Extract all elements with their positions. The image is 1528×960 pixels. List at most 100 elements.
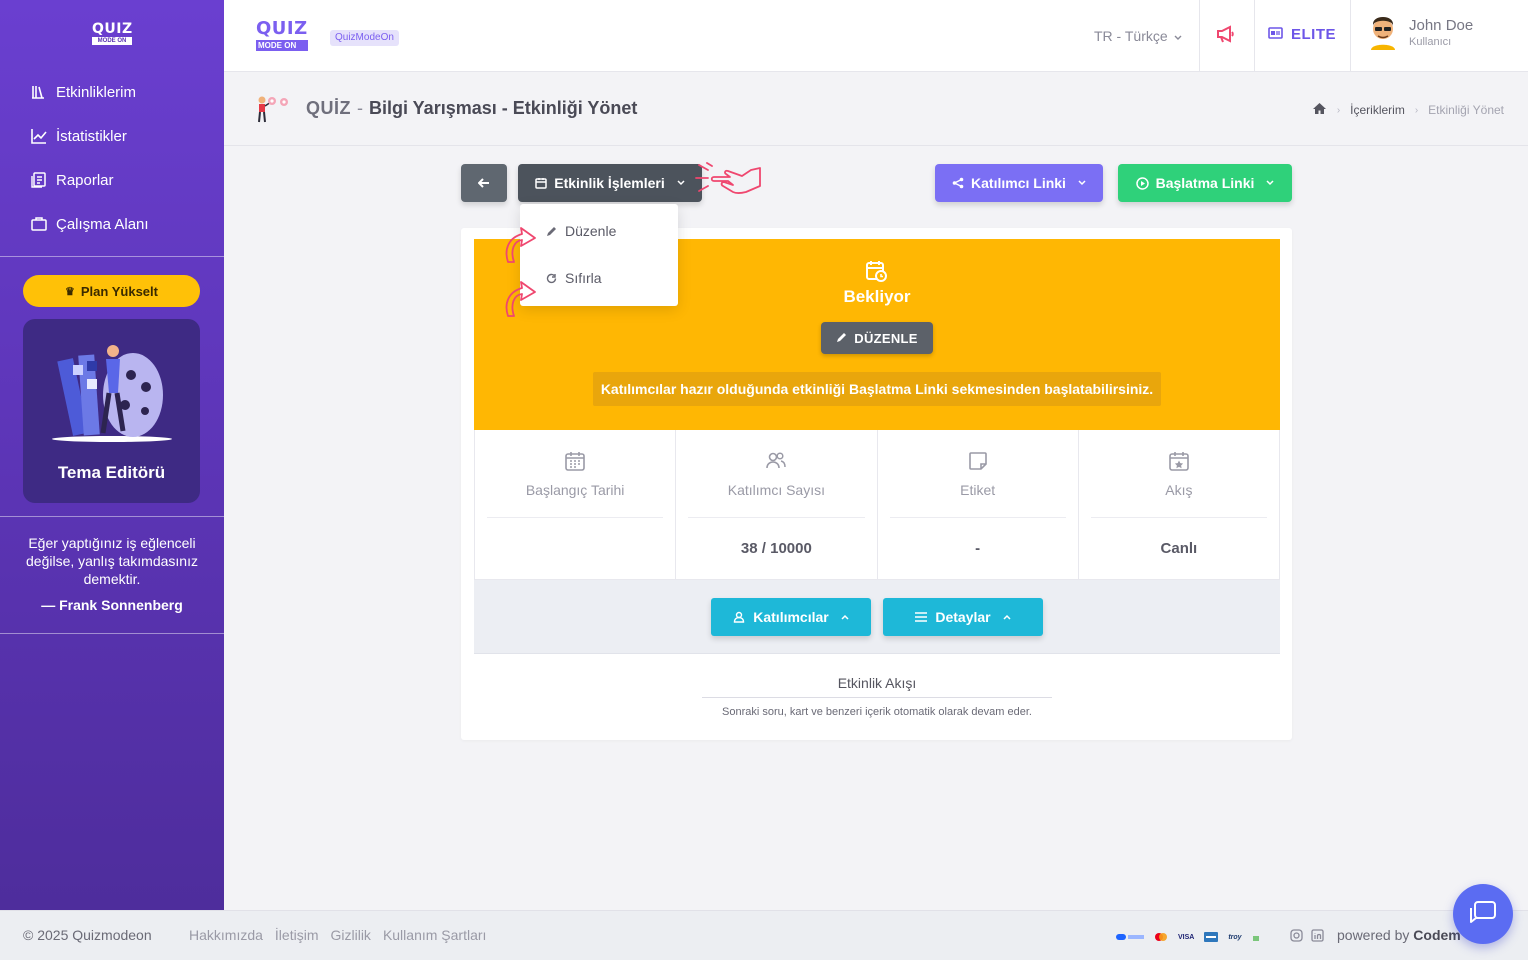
sidebar-divider: [0, 516, 224, 517]
instagram-icon[interactable]: [1290, 929, 1303, 947]
menu-lines-icon: [915, 612, 928, 622]
breadcrumb-item[interactable]: İçeriklerim: [1350, 103, 1405, 117]
menu-item-edit[interactable]: Düzenle: [520, 208, 678, 254]
quiz-mascot-icon: [258, 96, 288, 123]
stat-divider: [487, 517, 664, 518]
announcement-button[interactable]: [1214, 24, 1238, 48]
sidebar-item-calisma-alani[interactable]: Çalışma Alanı: [0, 202, 224, 246]
chat-bubble-icon: [1469, 900, 1497, 929]
stat-divider: [889, 517, 1066, 518]
stat-participant-count: Katılımcı Sayısı 38 / 10000: [676, 430, 878, 579]
footer-copyright: © 2025 Quizmodeon: [23, 927, 152, 943]
hint-arrow-icon: [505, 281, 536, 317]
participants-toggle-button[interactable]: Katılımcılar: [711, 598, 871, 636]
event-operations-menu: Düzenle Sıfırla: [520, 204, 678, 306]
chevron-down-icon: [1078, 178, 1086, 188]
chevron-right-icon: ›: [1414, 104, 1419, 116]
upgrade-plan-label: Plan Yükselt: [80, 283, 158, 299]
sidebar: QUIZ MODE ON Etkinliklerim İstatistikler…: [0, 0, 224, 910]
library-icon: [30, 83, 48, 101]
page-title-name: Bilgi Yarışması - Etkinliği Yönet: [369, 98, 638, 118]
sidebar-item-label: Çalışma Alanı: [56, 215, 149, 233]
refresh-icon: [546, 273, 557, 284]
logo-word: QUIZ: [256, 18, 308, 39]
edit-status-button[interactable]: DÜZENLE: [821, 322, 933, 354]
linkedin-icon[interactable]: [1311, 929, 1324, 947]
stat-divider: [688, 517, 865, 518]
plan-badge-label: ELITE: [1291, 26, 1337, 43]
user-role: Kullanıcı: [1409, 36, 1452, 48]
menu-item-label: Düzenle: [565, 223, 617, 239]
status-note: Katılımcılar hazır olduğunda etkinliği B…: [593, 372, 1161, 406]
pencil-icon: [836, 331, 847, 346]
sidebar-item-raporlar[interactable]: Raporlar: [0, 158, 224, 202]
page-title-app: QUİZ: [306, 98, 351, 118]
event-stats: Başlangıç Tarihi Katılımcı Sayısı 38 / 1…: [474, 430, 1280, 580]
users-icon: [766, 452, 787, 469]
toggle-bar: Katılımcılar Detaylar: [474, 580, 1280, 654]
logo-tag: MODE ON: [92, 37, 132, 45]
sidebar-item-istatistikler[interactable]: İstatistikler: [0, 114, 224, 158]
share-icon: [952, 177, 964, 189]
footer-link[interactable]: İletişim: [275, 927, 319, 943]
payment-logos: VISA troy: [1116, 929, 1260, 947]
id-card-icon: [1268, 26, 1283, 43]
start-link-button[interactable]: Başlatma Linki: [1118, 164, 1292, 202]
arrow-left-icon: [477, 175, 490, 191]
topbar: QUIZ MODE ON QuizModeOn TR - Türkçe ELIT…: [224, 0, 1528, 72]
upgrade-plan-button[interactable]: ♛ Plan Yükselt: [23, 275, 200, 307]
language-selector[interactable]: TR - Türkçe: [1094, 28, 1182, 44]
menu-item-reset[interactable]: Sıfırla: [520, 255, 678, 301]
stat-divider: [1090, 517, 1267, 518]
sidebar-quote: Eğer yaptığınız iş eğlenceli değilse, ya…: [26, 535, 198, 587]
play-circle-icon: [1135, 176, 1149, 190]
topbar-logo[interactable]: QUIZ MODE ON: [256, 20, 308, 51]
footer-links: Hakkımızda İletişim Gizlilik Kullanım Şa…: [189, 927, 486, 943]
sidebar-item-etkinliklerim[interactable]: Etkinliklerim: [0, 70, 224, 114]
chevron-up-icon: [1003, 612, 1011, 622]
topbar-divider: [1350, 0, 1351, 72]
footer-link[interactable]: Hakkımızda: [189, 927, 263, 943]
theme-editor-title: Tema Editörü: [57, 463, 166, 482]
stat-value: -: [975, 540, 981, 557]
stat-label: Katılımcı Sayısı: [727, 482, 825, 498]
amex-icon: [1204, 929, 1219, 947]
theme-editor-card[interactable]: Tema Editörü: [23, 319, 200, 503]
chevron-right-icon: ›: [1336, 104, 1341, 116]
plan-badge[interactable]: ELITE: [1268, 26, 1336, 43]
start-link-label: Başlatma Linki: [1155, 175, 1255, 191]
pointing-hand-icon: [695, 162, 761, 195]
chevron-down-icon: [1174, 28, 1182, 44]
breadcrumb: › İçeriklerim › Etkinliği Yönet: [1312, 102, 1504, 118]
chat-button[interactable]: [1453, 884, 1513, 944]
sidebar-divider: [0, 633, 224, 634]
chart-line-icon: [30, 127, 48, 145]
stat-tag: Etiket -: [878, 430, 1079, 579]
calendar-icon: [535, 177, 547, 189]
details-toggle-label: Detaylar: [935, 609, 991, 625]
powered-by-name[interactable]: Codem: [1413, 927, 1460, 943]
chevron-down-icon: [677, 178, 685, 188]
powered-by-label: powered by: [1337, 927, 1410, 943]
stat-label: Etiket: [960, 482, 996, 498]
event-operations-button[interactable]: Etkinlik İşlemleri: [518, 164, 702, 202]
chevron-up-icon: [841, 612, 849, 622]
sidebar-logo[interactable]: QUIZ MODE ON: [92, 22, 132, 45]
user-icon: [733, 611, 745, 623]
user-menu[interactable]: John Doe Kullanıcı: [1369, 16, 1473, 50]
menu-item-label: Sıfırla: [565, 270, 602, 286]
back-button[interactable]: [461, 164, 507, 202]
home-icon[interactable]: [1312, 102, 1327, 118]
theme-editor-illustration: [52, 345, 172, 442]
footer-link[interactable]: Gizlilik: [330, 927, 370, 943]
calendar-grid-icon: [565, 452, 585, 471]
sidebar-quote-author: — Frank Sonnenberg: [41, 597, 183, 613]
details-toggle-button[interactable]: Detaylar: [883, 598, 1043, 636]
footer-link[interactable]: Kullanım Şartları: [383, 927, 486, 943]
sidebar-nav: Etkinliklerim İstatistikler Raporlar Çal…: [0, 70, 224, 246]
page-header: QUİZ - Bilgi Yarışması - Etkinliği Yönet ›…: [224, 72, 1528, 146]
iyzico-icon: [1116, 929, 1144, 947]
participant-link-button[interactable]: Katılımcı Linki: [935, 164, 1103, 202]
report-icon: [30, 171, 48, 189]
language-label: TR - Türkçe: [1094, 28, 1168, 44]
